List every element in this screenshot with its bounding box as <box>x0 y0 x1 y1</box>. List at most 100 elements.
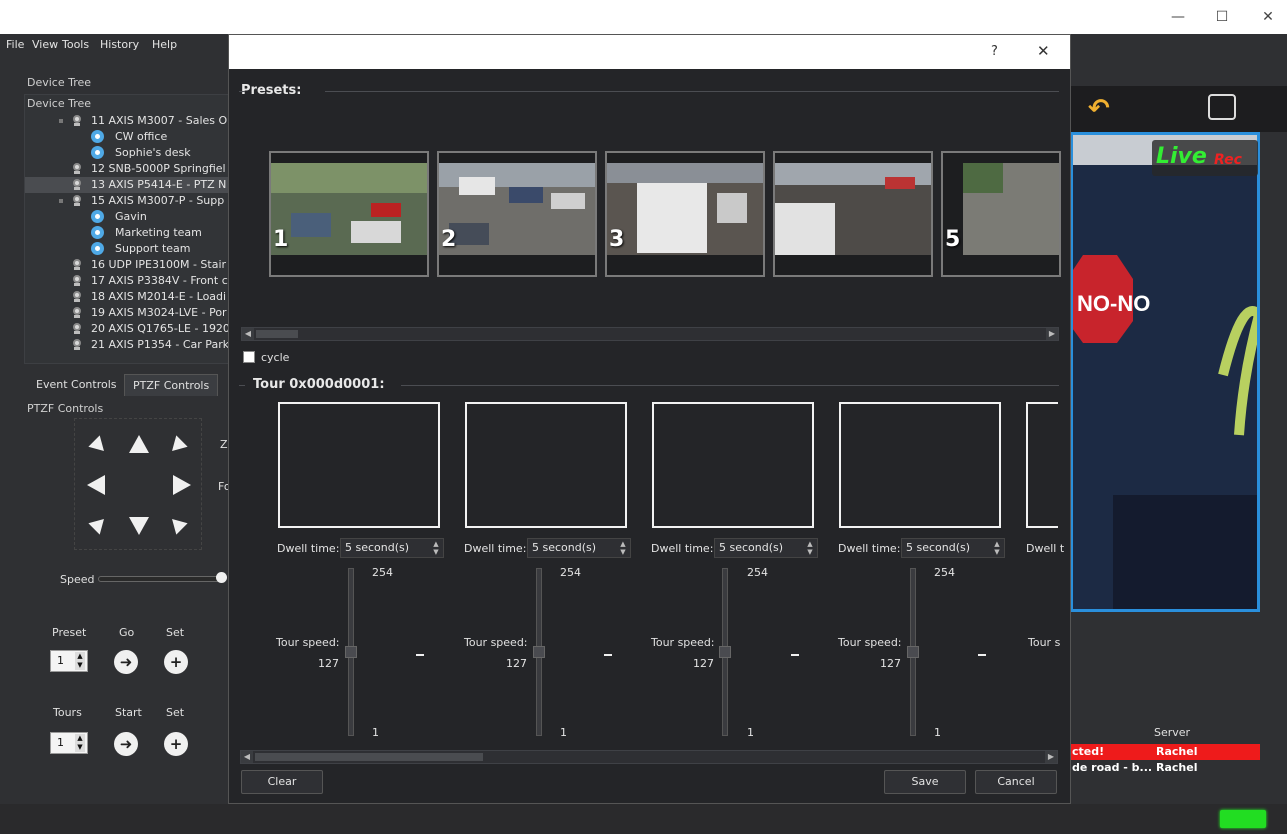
tree-item-20[interactable]: 20 AXIS Q1765-LE - 1920 <box>25 321 229 337</box>
tab-event-controls[interactable]: Event Controls <box>28 374 125 396</box>
spin-arrows-icon[interactable]: ▲ ▼ <box>992 540 1002 556</box>
camera-icon <box>71 259 83 271</box>
preset-set-button[interactable]: + <box>164 650 188 674</box>
tab-ptzf-controls[interactable]: PTZF Controls <box>124 374 219 396</box>
dialog-close-button[interactable]: ✕ <box>1037 42 1050 60</box>
tree-item-16[interactable]: 16 UDP IPE3100M - Stair <box>25 257 229 273</box>
spin-arrows-icon[interactable]: ▲ ▼ <box>75 652 85 670</box>
rec-text: Rec <box>1214 152 1242 168</box>
pan-down-arrow-icon[interactable] <box>129 517 149 535</box>
tour-step-preview-2[interactable] <box>465 402 627 528</box>
preset-go-button[interactable]: ➜ <box>114 650 138 674</box>
cancel-button[interactable]: Cancel <box>975 770 1057 794</box>
preset-thumbnail-5[interactable]: 5 <box>941 151 1061 277</box>
tree-item-17[interactable]: 17 AXIS P3384V - Front c <box>25 273 229 289</box>
save-button[interactable]: Save <box>884 770 966 794</box>
tour-set-button[interactable]: + <box>164 732 188 756</box>
menu-history[interactable]: History <box>100 38 139 51</box>
tree-item-13-selected[interactable]: 13 AXIS P5414-E - PTZ N <box>25 177 229 193</box>
menu-file[interactable]: File <box>6 38 24 51</box>
scroll-right-icon[interactable]: ▶ <box>1045 751 1057 763</box>
scroll-left-icon[interactable]: ◀ <box>242 328 254 340</box>
scroll-thumb[interactable] <box>255 753 483 761</box>
event-server: Rachel <box>1156 745 1198 758</box>
back-arrow-icon[interactable]: ↶ <box>1088 94 1110 124</box>
camera-icon <box>71 195 83 207</box>
dwell-time-spinbox[interactable]: 5 second(s) ▲ ▼ <box>901 538 1005 558</box>
minimize-button[interactable]: — <box>1164 6 1192 28</box>
pan-left-arrow-icon[interactable] <box>87 475 105 495</box>
tree-item-marketing-team[interactable]: Marketing team <box>25 225 229 241</box>
dwell-time-spinbox[interactable]: 5 second(s) ▲ ▼ <box>340 538 444 558</box>
pan-up-right-arrow-icon[interactable] <box>166 435 188 457</box>
pan-right-arrow-icon[interactable] <box>173 475 191 495</box>
event-row-alarm[interactable]: cted! Rachel <box>1070 744 1260 760</box>
camera-icon <box>71 163 83 175</box>
pan-down-left-arrow-icon[interactable] <box>88 513 110 535</box>
spin-arrows-icon[interactable]: ▲ ▼ <box>618 540 628 556</box>
menu-help[interactable]: Help <box>152 38 177 51</box>
group-divider <box>325 91 1059 92</box>
speed-min-label: 1 <box>934 726 941 739</box>
preset-image <box>775 163 931 255</box>
camera-settings-icon[interactable] <box>1208 94 1236 120</box>
collapse-icon[interactable] <box>59 199 63 203</box>
preset-spinbox[interactable]: 1 ▲ ▼ <box>50 650 88 672</box>
scroll-thumb[interactable] <box>256 330 298 338</box>
menu-view[interactable]: View <box>32 38 58 51</box>
spin-arrows-icon[interactable]: ▲ ▼ <box>805 540 815 556</box>
maximize-button[interactable]: ☐ <box>1208 6 1236 28</box>
tree-item-19[interactable]: 19 AXIS M3024-LVE - Por <box>25 305 229 321</box>
server-column-header[interactable]: Server <box>1154 726 1190 739</box>
scroll-left-icon[interactable]: ◀ <box>241 751 253 763</box>
tree-item-11[interactable]: 11 AXIS M3007 - Sales O <box>25 113 229 129</box>
tree-item-21[interactable]: 21 AXIS P1354 - Car Park <box>25 337 229 353</box>
dwell-time-spinbox[interactable]: 5 second(s) ▲ ▼ <box>714 538 818 558</box>
tree-item-support-team[interactable]: Support team <box>25 241 229 257</box>
tour-speed-handle[interactable] <box>907 646 919 658</box>
spin-arrows-icon[interactable]: ▲ ▼ <box>75 734 85 752</box>
tour-scrollbar[interactable]: ◀ ▶ <box>240 750 1058 764</box>
video-feed[interactable]: NO-NO <box>1070 132 1260 612</box>
tree-item-12[interactable]: 12 SNB-5000P Springfiel <box>25 161 229 177</box>
tree-item-sophies-desk[interactable]: Sophie's desk <box>25 145 229 161</box>
tree-item-18[interactable]: 18 AXIS M2014-E - Loadi <box>25 289 229 305</box>
tour-step-preview-4[interactable] <box>839 402 1001 528</box>
speed-slider-handle[interactable] <box>216 572 227 583</box>
tour-speed-handle[interactable] <box>533 646 545 658</box>
spin-arrows-icon[interactable]: ▲ ▼ <box>431 540 441 556</box>
pan-up-left-arrow-icon[interactable] <box>88 435 110 457</box>
video-frame: NO-NO <box>1073 135 1257 609</box>
speed-slider[interactable] <box>98 576 222 582</box>
dwell-time-spinbox[interactable]: 5 second(s) ▲ ▼ <box>527 538 631 558</box>
scroll-right-icon[interactable]: ▶ <box>1046 328 1058 340</box>
pan-down-right-arrow-icon[interactable] <box>166 513 188 535</box>
event-row[interactable]: de road - b... Rachel <box>1070 760 1260 776</box>
pan-up-arrow-icon[interactable] <box>129 435 149 453</box>
clear-button[interactable]: Clear <box>241 770 323 794</box>
close-window-button[interactable]: ✕ <box>1254 6 1282 28</box>
tree-item-cw-office[interactable]: CW office <box>25 129 229 145</box>
tree-item-15[interactable]: 15 AXIS M3007-P - Supp <box>25 193 229 209</box>
tour-speed-handle[interactable] <box>719 646 731 658</box>
preset-thumbnail-2[interactable]: 2 <box>437 151 597 277</box>
tour-step-preview-5[interactable] <box>1026 402 1058 528</box>
cycle-checkbox[interactable] <box>243 351 255 363</box>
tour-start-button[interactable]: ➜ <box>114 732 138 756</box>
tours-spinbox[interactable]: 1 ▲ ▼ <box>50 732 88 754</box>
tour-speed-handle[interactable] <box>345 646 357 658</box>
preset-thumbnail-4[interactable] <box>773 151 933 277</box>
preset-value: 1 <box>57 654 64 667</box>
tour-step-preview-1[interactable] <box>278 402 440 528</box>
collapse-icon[interactable] <box>59 119 63 123</box>
help-button[interactable]: ? <box>991 44 998 59</box>
tree-item-gavin[interactable]: Gavin <box>25 209 229 225</box>
tours-value: 1 <box>57 736 64 749</box>
preset-thumbnail-1[interactable]: 1 <box>269 151 429 277</box>
tour-step-preview-3[interactable] <box>652 402 814 528</box>
preset-thumbnail-3[interactable]: 3 <box>605 151 765 277</box>
tree-item-label: Marketing team <box>115 226 202 239</box>
menu-tools[interactable]: Tools <box>62 38 89 51</box>
presets-scrollbar[interactable]: ◀ ▶ <box>241 327 1059 341</box>
speed-min-label: 1 <box>747 726 754 739</box>
